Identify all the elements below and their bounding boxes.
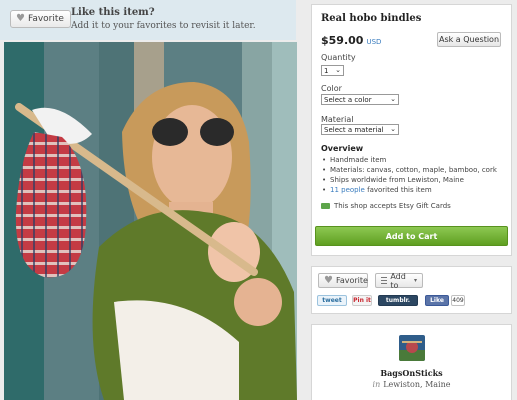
material-select-value: Select a material bbox=[324, 125, 384, 134]
list-icon bbox=[381, 277, 388, 284]
shop-location: in Lewiston, Maine bbox=[312, 380, 511, 389]
product-photo[interactable] bbox=[4, 42, 297, 400]
gift-card-icon bbox=[321, 203, 330, 209]
favorite-prompt-subtitle: Add it to your favorites to revisit it l… bbox=[71, 21, 256, 31]
tweet-button[interactable]: tweet bbox=[317, 295, 347, 306]
overview-item-favorited: 11 people favorited this item bbox=[321, 185, 497, 195]
gift-card-notice: This shop accepts Etsy Gift Cards bbox=[321, 202, 451, 210]
shop-location-text: Lewiston, Maine bbox=[383, 380, 451, 389]
purchase-panel: Real hobo bindles $59.00 USD Ask a Questi… bbox=[311, 4, 512, 256]
dropdown-arrow-icon: ⌄ bbox=[390, 95, 396, 103]
overview-item: Materials: canvas, cotton, maple, bamboo… bbox=[321, 165, 497, 175]
item-title: Real hobo bindles bbox=[321, 13, 422, 24]
favorite-item-label: Favorite bbox=[335, 276, 368, 285]
facebook-like-count: 409 bbox=[451, 295, 465, 306]
material-label: Material bbox=[321, 115, 354, 124]
overview-item: Ships worldwide from Lewiston, Maine bbox=[321, 175, 497, 185]
color-label: Color bbox=[321, 84, 342, 93]
dropdown-arrow-icon: ⌄ bbox=[335, 66, 341, 74]
item-price: $59.00 USD bbox=[321, 34, 381, 47]
social-actions-panel: ♥ Favorite Add to ▾ tweet Pin it tumblr.… bbox=[311, 266, 512, 314]
quantity-select[interactable]: 1 ⌄ bbox=[321, 65, 344, 76]
add-to-cart-button[interactable]: Add to Cart bbox=[315, 226, 508, 246]
material-select[interactable]: Select a material ⌄ bbox=[321, 124, 399, 135]
price-value: $59.00 bbox=[321, 34, 364, 47]
overview-item: Handmade item bbox=[321, 155, 497, 165]
shop-info-panel: BagsOnSticks in Lewiston, Maine bbox=[311, 324, 512, 400]
favorite-prompt-title: Like this item? bbox=[71, 7, 155, 18]
favorite-item-button[interactable]: ♥ Favorite bbox=[318, 273, 368, 288]
heart-icon: ♥ bbox=[16, 13, 25, 24]
favorite-button-label: Favorite bbox=[27, 14, 64, 24]
tumblr-button[interactable]: tumblr. bbox=[378, 295, 418, 306]
gift-card-text: This shop accepts Etsy Gift Cards bbox=[334, 202, 451, 210]
overview-list: Handmade item Materials: canvas, cotton,… bbox=[321, 155, 497, 195]
color-select[interactable]: Select a color ⌄ bbox=[321, 94, 399, 105]
add-to-list-button[interactable]: Add to ▾ bbox=[375, 271, 423, 290]
facebook-like-button[interactable]: Like bbox=[425, 295, 449, 306]
shop-name[interactable]: BagsOnSticks bbox=[312, 368, 511, 378]
favorited-suffix: favorited this item bbox=[367, 186, 432, 194]
quantity-label: Quantity bbox=[321, 53, 356, 62]
favorite-button[interactable]: ♥ Favorite bbox=[10, 10, 71, 28]
heart-icon: ♥ bbox=[324, 274, 333, 286]
shop-location-prefix: in bbox=[372, 380, 381, 389]
favorite-prompt-banner: ♥ Favorite Like this item? Add it to you… bbox=[0, 0, 296, 40]
favorited-people-link[interactable]: 11 people bbox=[330, 186, 365, 194]
dropdown-arrow-icon: ⌄ bbox=[390, 125, 396, 133]
color-select-value: Select a color bbox=[324, 95, 372, 104]
shop-avatar-image bbox=[399, 335, 425, 361]
ask-question-button[interactable]: Ask a Question bbox=[437, 32, 501, 47]
product-photo-illustration bbox=[4, 42, 297, 400]
pinit-button[interactable]: Pin it bbox=[352, 295, 372, 306]
shop-avatar[interactable] bbox=[399, 335, 425, 361]
currency-code: USD bbox=[366, 38, 382, 46]
overview-title: Overview bbox=[321, 144, 364, 153]
add-to-label: Add to bbox=[390, 271, 406, 290]
quantity-value: 1 bbox=[324, 66, 329, 75]
chevron-down-icon: ▾ bbox=[413, 277, 417, 284]
